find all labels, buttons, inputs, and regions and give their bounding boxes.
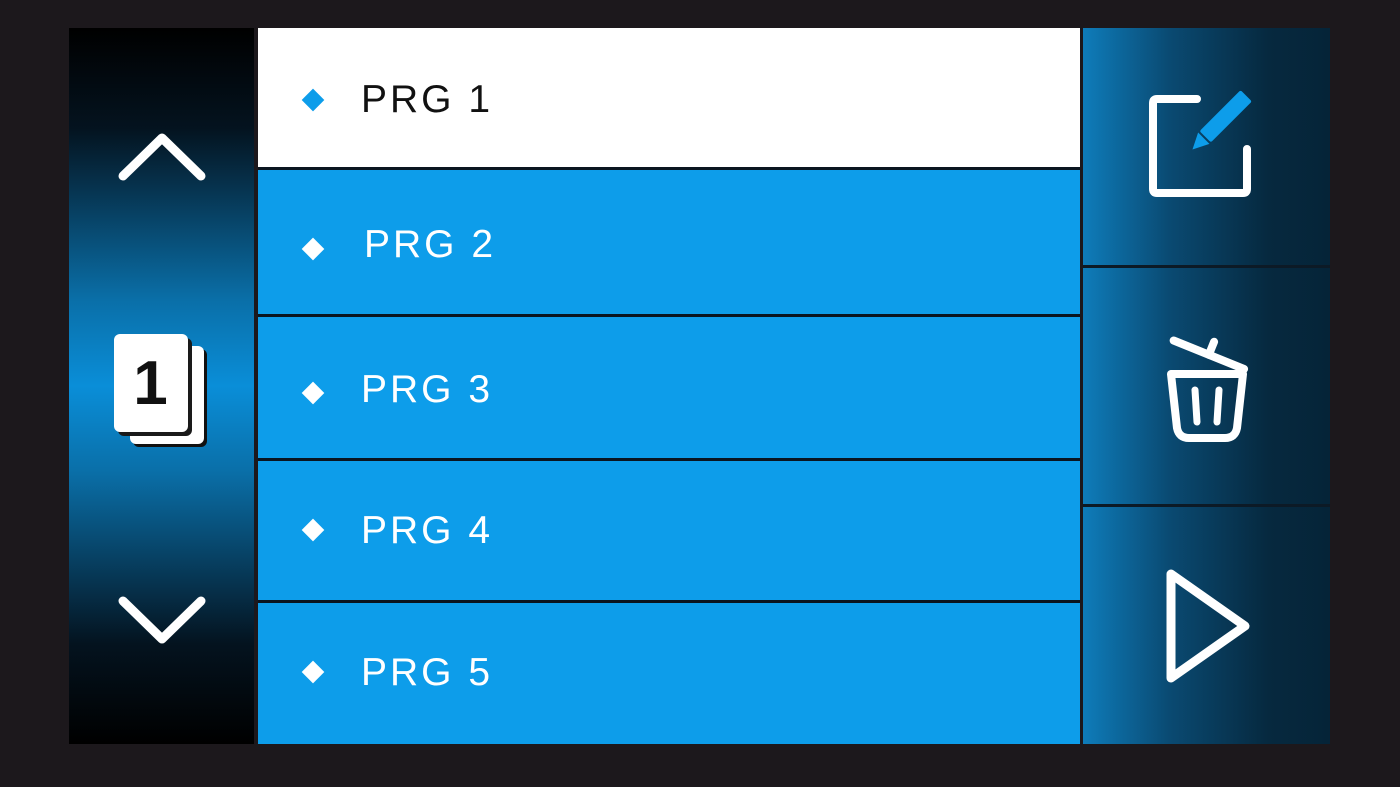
program-screen: 1 PRG 1 PRG 2 PRG 3 PRG 4 PRG 5 bbox=[69, 28, 1330, 744]
scroll-up-button[interactable] bbox=[69, 108, 254, 203]
program-label: PRG 3 bbox=[361, 368, 494, 411]
diamond-bullet-icon bbox=[301, 381, 325, 405]
program-row-5[interactable]: PRG 5 bbox=[258, 603, 1080, 744]
delete-button[interactable] bbox=[1083, 268, 1330, 504]
action-column bbox=[1083, 28, 1330, 744]
chevron-up-icon bbox=[118, 133, 205, 180]
diamond-bullet-icon bbox=[301, 237, 325, 261]
program-label: PRG 4 bbox=[361, 509, 494, 552]
edit-icon bbox=[1148, 90, 1251, 197]
chevron-down-icon bbox=[118, 596, 205, 643]
program-label: PRG 1 bbox=[361, 78, 494, 121]
page-indicator[interactable]: 1 bbox=[69, 328, 254, 458]
edit-button[interactable] bbox=[1083, 28, 1330, 265]
run-button[interactable] bbox=[1083, 507, 1330, 744]
program-row-3[interactable]: PRG 3 bbox=[258, 317, 1080, 458]
diamond-bullet-icon bbox=[301, 88, 325, 112]
pages-icon: 1 bbox=[113, 334, 210, 452]
play-icon bbox=[1166, 569, 1249, 682]
diamond-bullet-icon bbox=[301, 660, 325, 684]
program-row-2[interactable]: PRG 2 bbox=[258, 170, 1080, 314]
page-number: 1 bbox=[113, 334, 188, 432]
nav-column: 1 bbox=[69, 28, 254, 744]
program-label: PRG 2 bbox=[364, 223, 497, 266]
program-row-1[interactable]: PRG 1 bbox=[258, 28, 1080, 167]
trash-icon bbox=[1166, 336, 1248, 442]
program-row-4[interactable]: PRG 4 bbox=[258, 461, 1080, 600]
program-list: PRG 1 PRG 2 PRG 3 PRG 4 PRG 5 bbox=[258, 28, 1080, 744]
scroll-down-button[interactable] bbox=[69, 573, 254, 668]
diamond-bullet-icon bbox=[301, 518, 325, 542]
program-label: PRG 5 bbox=[361, 651, 494, 694]
